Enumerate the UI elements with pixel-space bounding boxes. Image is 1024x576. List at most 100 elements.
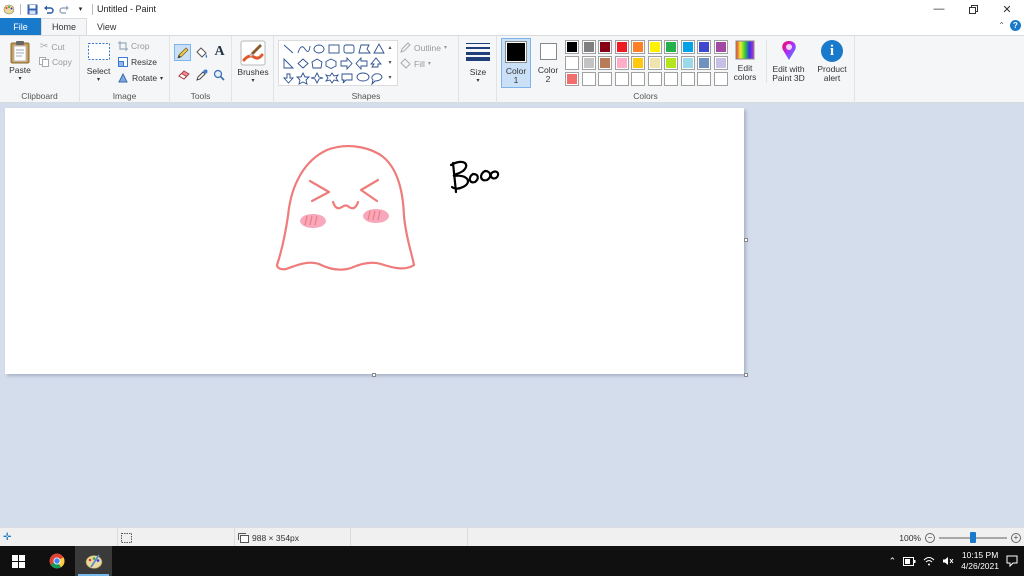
product-alert-button[interactable]: i Product alert (812, 40, 852, 83)
rotate-dropdown-icon[interactable]: ▾ (160, 75, 163, 82)
color-swatch[interactable] (697, 72, 711, 86)
color-swatch[interactable] (647, 56, 662, 70)
color-swatch-fill (599, 41, 611, 53)
crop-button[interactable]: Crop (118, 41, 149, 51)
color-swatch[interactable] (598, 56, 612, 70)
color-swatch[interactable] (565, 56, 579, 70)
minimize-icon[interactable]: — (922, 0, 956, 18)
customize-qat-icon[interactable]: ▾ (74, 3, 87, 16)
cut-button[interactable]: ✂ Cut (40, 41, 65, 52)
canvas-workspace[interactable] (0, 103, 1024, 527)
color-swatch[interactable] (713, 56, 728, 70)
brushes-button[interactable]: Brushes ▾ (235, 40, 271, 86)
color-swatch[interactable] (680, 40, 695, 54)
color-swatch[interactable] (664, 56, 678, 70)
zoom-slider[interactable] (939, 531, 1007, 543)
shapes-scroll[interactable]: ▴ ▾ ▾ (384, 41, 396, 86)
size-dropdown-icon[interactable]: ▾ (476, 77, 479, 86)
color-swatch[interactable] (631, 40, 645, 54)
zoom-slider-thumb[interactable] (970, 531, 976, 543)
text-tool[interactable]: A (212, 44, 227, 59)
copy-button[interactable]: Copy (39, 57, 72, 67)
fill-button[interactable]: Fill ▾ (400, 58, 431, 69)
color-swatch[interactable] (614, 40, 629, 54)
zoom-in-icon[interactable]: + (1011, 532, 1021, 543)
help-icon[interactable]: ? (1010, 20, 1021, 31)
zoom-out-icon[interactable]: − (925, 532, 935, 543)
start-button[interactable] (0, 546, 37, 576)
color-swatch-fill (665, 41, 677, 53)
color-swatch[interactable] (647, 40, 662, 54)
color-swatch[interactable] (581, 56, 596, 70)
paste-button[interactable]: Paste ▾ (7, 40, 33, 84)
select-button[interactable]: Select ▾ (85, 42, 112, 85)
color-swatch[interactable] (614, 56, 629, 70)
color-swatch[interactable] (664, 40, 678, 54)
size-button[interactable]: Size ▾ (464, 42, 492, 86)
shapes-scroll-up-icon[interactable]: ▴ (384, 41, 396, 56)
color-swatch[interactable] (565, 72, 579, 86)
tab-home[interactable]: Home (41, 18, 88, 35)
taskbar-chrome[interactable] (38, 546, 75, 576)
drawing-canvas[interactable] (5, 108, 744, 374)
edit-colors-button[interactable]: Edit colors (733, 40, 757, 82)
canvas-resize-handle-bottom[interactable] (372, 373, 376, 377)
fill-tool[interactable] (194, 45, 209, 60)
save-icon[interactable] (26, 3, 39, 16)
outline-dropdown-icon[interactable]: ▾ (444, 44, 447, 51)
eraser-tool[interactable] (176, 67, 191, 82)
restore-icon[interactable] (956, 0, 990, 18)
battery-icon[interactable] (903, 556, 916, 566)
shapes-gallery[interactable] (278, 40, 398, 86)
close-icon[interactable]: ✕ (990, 0, 1024, 18)
tab-file[interactable]: File (0, 18, 41, 35)
color-swatch[interactable] (697, 56, 711, 70)
color-swatch[interactable] (664, 72, 678, 86)
fill-dropdown-icon[interactable]: ▾ (428, 60, 431, 67)
color-swatch[interactable] (614, 72, 629, 86)
color-swatch[interactable] (598, 40, 612, 54)
color-swatch[interactable] (713, 40, 728, 54)
outline-button[interactable]: Outline ▾ (400, 42, 447, 53)
pencil-tool[interactable] (174, 44, 191, 61)
color-swatch[interactable] (598, 72, 612, 86)
color-swatch[interactable] (581, 72, 596, 86)
rotate-label: Rotate (132, 73, 158, 83)
rotate-button[interactable]: Rotate ▾ (118, 73, 163, 83)
color-swatch[interactable] (647, 72, 662, 86)
notifications-icon[interactable] (1006, 555, 1018, 567)
color-swatch[interactable] (697, 40, 711, 54)
paste-dropdown-icon[interactable]: ▾ (18, 75, 21, 84)
color-swatch[interactable] (680, 72, 695, 86)
cursor-position-cell: ✛ (0, 528, 118, 547)
brushes-dropdown-icon[interactable]: ▾ (251, 77, 254, 86)
taskbar-clock[interactable]: 10:15 PM 4/26/2021 (961, 550, 999, 572)
taskbar-paint[interactable] (75, 546, 112, 576)
color-swatch[interactable] (713, 72, 728, 86)
magnifier-tool[interactable] (211, 67, 226, 82)
tab-view[interactable]: View (87, 18, 126, 35)
color-swatch[interactable] (565, 40, 579, 54)
edit-with-paint3d-button[interactable]: Edit with Paint 3D (766, 40, 810, 83)
shapes-scroll-down-icon[interactable]: ▾ (384, 56, 396, 71)
color2-swatch (539, 43, 557, 60)
canvas-resize-handle-corner[interactable] (744, 373, 748, 377)
color-swatch[interactable] (631, 72, 645, 86)
canvas-resize-handle-right[interactable] (744, 238, 748, 242)
color-swatch[interactable] (581, 40, 596, 54)
collapse-ribbon-icon[interactable]: ⌃ (998, 21, 1005, 30)
show-hidden-icons[interactable]: ⌃ (889, 556, 897, 567)
select-dropdown-icon[interactable]: ▾ (97, 76, 100, 85)
redo-icon[interactable] (58, 3, 71, 16)
color-swatch[interactable] (680, 56, 695, 70)
color-swatch[interactable] (631, 56, 645, 70)
color1-button[interactable]: Color 1 (501, 38, 531, 88)
volume-muted-icon[interactable] (942, 556, 954, 566)
resize-button[interactable]: Resize (118, 57, 157, 67)
color2-button[interactable]: Color 2 (534, 38, 562, 88)
paint-app-icon[interactable] (2, 3, 15, 16)
undo-icon[interactable] (42, 3, 55, 16)
wifi-icon[interactable] (923, 556, 935, 566)
color-picker-tool[interactable] (194, 67, 209, 82)
shapes-more-icon[interactable]: ▾ (384, 71, 396, 86)
